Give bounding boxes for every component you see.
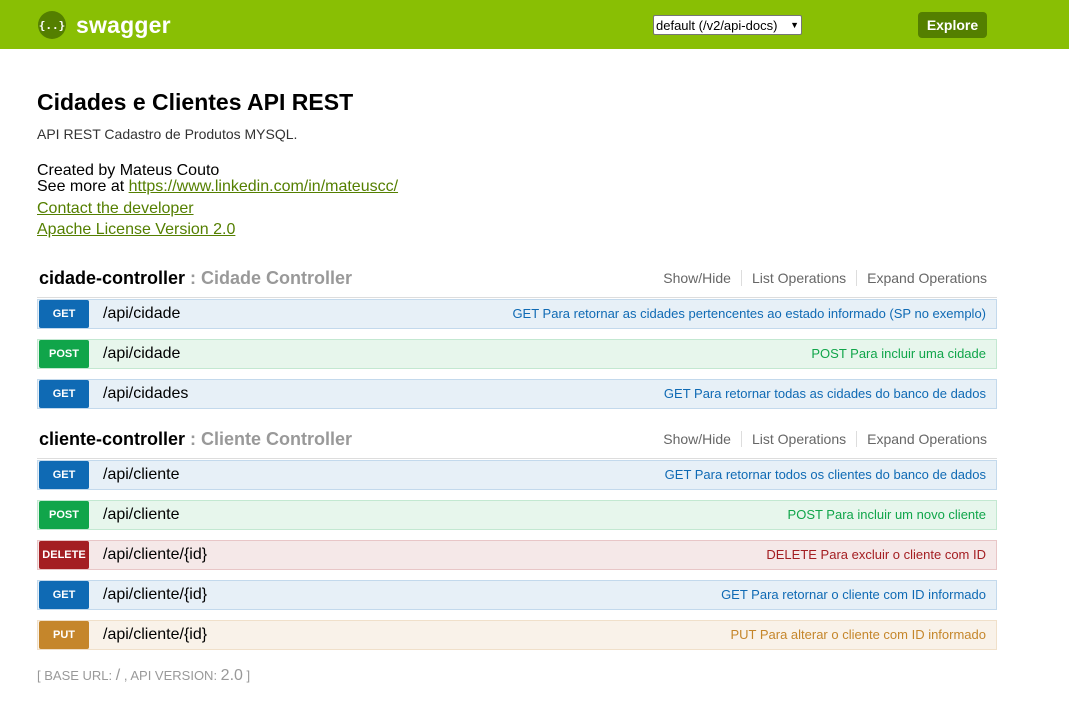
resource-separator: : — [185, 268, 202, 288]
operation-path[interactable]: /api/cliente — [103, 506, 180, 524]
resource-cidade-controller: cidade-controller : Cidade Controller Sh… — [37, 266, 997, 409]
footer-base-url: [ BASE URL: / , API VERSION: 2.0 ] — [37, 667, 250, 685]
http-method-badge[interactable]: GET — [39, 300, 89, 328]
http-method-badge[interactable]: GET — [39, 380, 89, 408]
http-method-badge[interactable]: POST — [39, 340, 89, 368]
operation-row[interactable]: POST/api/cidade POST Para incluir uma cid… — [37, 339, 997, 369]
operation-row[interactable]: GET/api/cliente/{id} GET Para retornar o … — [37, 580, 997, 610]
swagger-logo-text: swagger — [76, 11, 171, 38]
operation-summary[interactable]: GET Para retornar todos os clientes do b… — [665, 467, 986, 482]
operation-row[interactable]: GET/api/cidade GET Para retornar as cidad… — [37, 299, 997, 329]
http-method-badge[interactable]: PUT — [39, 621, 89, 649]
see-more: See more at https://www.linkedin.com/in/… — [37, 179, 997, 195]
list-operations-link[interactable]: List Operations — [742, 431, 858, 447]
operation-summary[interactable]: DELETE Para excluir o cliente com ID — [766, 547, 986, 562]
resource-controller-name[interactable]: cidade-controller — [39, 268, 185, 288]
license-link[interactable]: Apache License Version 2.0 — [37, 221, 235, 238]
operation-path[interactable]: /api/cidade — [103, 345, 180, 363]
operation-path[interactable]: /api/cliente/{id} — [103, 546, 207, 564]
resource-controller-name[interactable]: cliente-controller — [39, 429, 185, 449]
resource-options: Show/Hide List Operations Expand Operati… — [653, 431, 987, 447]
resource-heading: cliente-controller : Cliente Controller … — [37, 427, 997, 459]
api-description: API REST Cadastro de Produtos MYSQL. — [37, 126, 298, 142]
api-version-value: 2.0 — [220, 667, 243, 684]
resource-separator: : — [185, 429, 202, 449]
resource-heading: cidade-controller : Cidade Controller Sh… — [37, 266, 997, 298]
footer-close-bracket: ] — [242, 668, 251, 683]
page-title: Cidades e Clientes API REST — [37, 89, 354, 115]
swagger-logo[interactable]: {..} swagger — [38, 11, 171, 39]
resource-name[interactable]: cliente-controller : Cliente Controller — [39, 427, 352, 451]
operation-path[interactable]: /api/cliente/{id} — [103, 586, 207, 604]
expand-operations-link[interactable]: Expand Operations — [857, 270, 987, 286]
top-bar: {..} swagger default (/v2/api-docs) ▼ Ex… — [0, 0, 1069, 49]
operation-summary[interactable]: GET Para retornar o cliente com ID infor… — [721, 587, 986, 602]
operation-row[interactable]: GET/api/cidades GET Para retornar todas a… — [37, 379, 997, 409]
operation-summary[interactable]: POST Para incluir um novo cliente — [788, 507, 986, 522]
swagger-logo-icon: {..} — [38, 11, 66, 39]
http-method-badge[interactable]: DELETE — [39, 541, 89, 569]
operation-summary[interactable]: GET Para retornar as cidades pertencente… — [512, 306, 986, 321]
explore-button[interactable]: Explore — [918, 12, 987, 38]
operation-path[interactable]: /api/cliente/{id} — [103, 626, 207, 644]
created-by: Created by Mateus Couto — [37, 162, 220, 179]
api-version-separator-colon: : — [213, 668, 221, 683]
operation-summary[interactable]: GET Para retornar todas as cidades do ba… — [664, 386, 986, 401]
operation-row[interactable]: DELETE/api/cliente/{id} DELETE Para exclu… — [37, 540, 997, 570]
see-more-prefix: See more at — [37, 178, 129, 195]
operation-row[interactable]: PUT/api/cliente/{id} PUT Para alterar o c… — [37, 620, 997, 650]
show-hide-link[interactable]: Show/Hide — [653, 270, 742, 286]
list-operations-link[interactable]: List Operations — [742, 270, 858, 286]
resource-name[interactable]: cidade-controller : Cidade Controller — [39, 266, 352, 290]
base-url-separator: : — [108, 668, 116, 683]
resource-options: Show/Hide List Operations Expand Operati… — [653, 270, 987, 286]
resource-description: Cliente Controller — [201, 429, 353, 449]
api-docs-select-value: default (/v2/api-docs) — [656, 17, 778, 33]
operation-path[interactable]: /api/cliente — [103, 466, 180, 484]
chevron-down-icon: ▼ — [790, 20, 799, 30]
operation-row[interactable]: POST/api/cliente POST Para incluir um nov… — [37, 500, 997, 530]
operation-path[interactable]: /api/cidade — [103, 305, 180, 323]
linkedin-link[interactable]: https://www.linkedin.com/in/mateuscc/ — [129, 178, 398, 195]
http-method-badge[interactable]: POST — [39, 501, 89, 529]
contact-developer-link[interactable]: Contact the developer — [37, 200, 194, 217]
operation-summary[interactable]: PUT Para alterar o cliente com ID inform… — [730, 627, 986, 642]
api-docs-select[interactable]: default (/v2/api-docs) ▼ — [653, 15, 802, 35]
base-url-label: BASE URL — [44, 668, 109, 683]
http-method-badge[interactable]: GET — [39, 461, 89, 489]
resource-description: Cidade Controller — [201, 268, 353, 288]
api-info: Cidades e Clientes API REST API REST Cad… — [37, 88, 997, 240]
resource-cliente-controller: cliente-controller : Cliente Controller … — [37, 427, 997, 650]
show-hide-link[interactable]: Show/Hide — [653, 431, 742, 447]
operation-path[interactable]: /api/cidades — [103, 385, 188, 403]
operation-summary[interactable]: POST Para incluir uma cidade — [811, 346, 986, 361]
expand-operations-link[interactable]: Expand Operations — [857, 431, 987, 447]
operation-row[interactable]: GET/api/cliente GET Para retornar todos o… — [37, 460, 997, 490]
api-version-separator: , — [120, 668, 131, 683]
api-version-label: API VERSION — [130, 668, 214, 683]
http-method-badge[interactable]: GET — [39, 581, 89, 609]
